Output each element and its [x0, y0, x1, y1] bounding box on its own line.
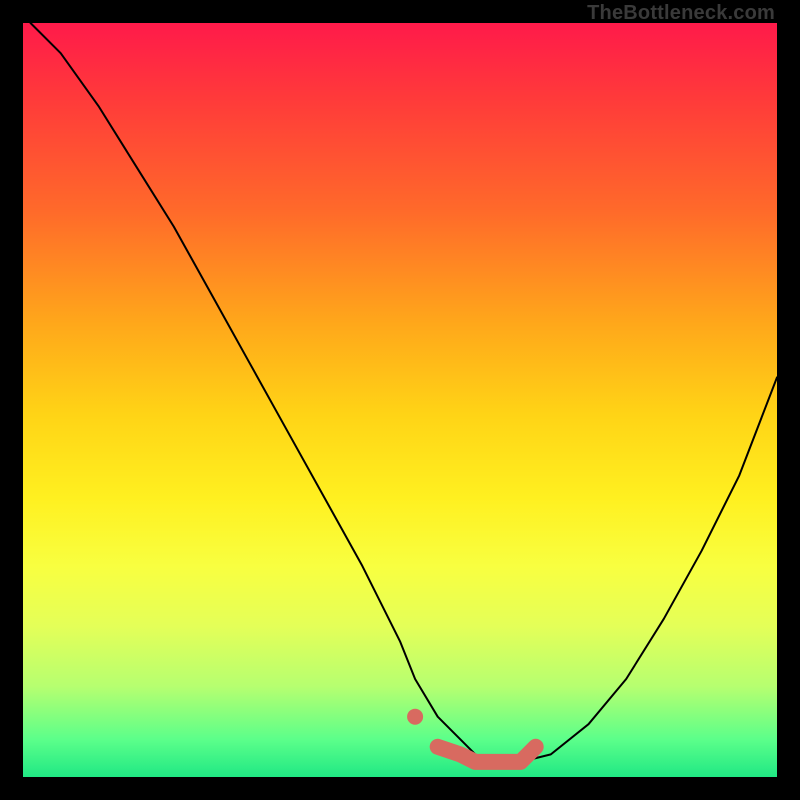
chart-frame: TheBottleneck.com	[0, 0, 800, 800]
curve-overlay	[23, 23, 777, 777]
highlight-segment	[438, 747, 536, 762]
bottleneck-curve	[31, 23, 778, 762]
highlight-dot	[407, 709, 423, 725]
credit-text: TheBottleneck.com	[587, 2, 775, 25]
